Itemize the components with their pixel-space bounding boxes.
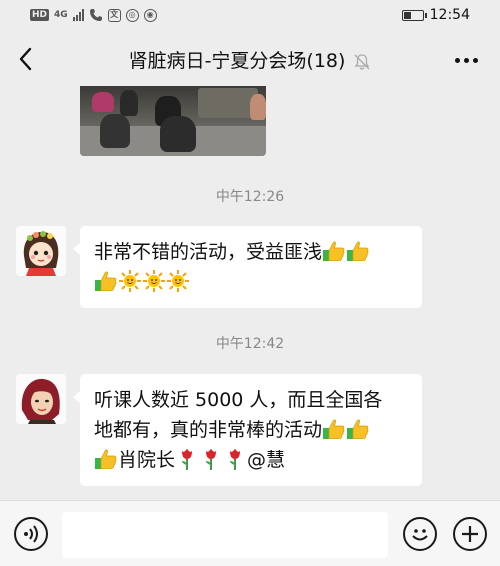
image-message[interactable]	[80, 86, 266, 156]
cartoon-woman-avatar	[16, 374, 66, 424]
battery-icon	[401, 9, 427, 21]
chat-title: 肾脏病日-宁夏分会场(18)	[128, 50, 346, 72]
photo-figure	[250, 94, 266, 120]
more-dot	[455, 58, 460, 63]
message-bubble[interactable]: 听课人数近 5000 人，而且全国各 地都有，真的非常棒的活动 肖院长 @慧	[73, 374, 422, 486]
network-type: 4G	[54, 10, 68, 20]
voice-icon	[24, 525, 38, 543]
thumbs-up-emoji	[346, 417, 370, 441]
more-dot	[464, 58, 469, 63]
message-text: 听课人数近 5000 人，而且全国各	[94, 389, 383, 411]
cartoon-girl-avatar	[16, 226, 66, 276]
rose-emoji	[175, 447, 199, 471]
message-text: 地都有，真的非常棒的活动	[94, 419, 323, 441]
message-text: 肖院长	[118, 449, 176, 471]
battery-level	[403, 11, 411, 19]
network-label: HD	[30, 9, 50, 21]
thumbs-up-emoji	[94, 269, 118, 293]
status-time: 12:54	[429, 7, 470, 23]
message-text: 非常不错的活动，受益匪浅	[94, 241, 323, 263]
timestamp: 中午12:42	[215, 336, 285, 352]
thumbs-up-emoji	[346, 239, 370, 263]
more-button[interactable]	[455, 58, 478, 63]
photo-table	[198, 88, 258, 118]
phone-icon	[89, 9, 102, 21]
photo-chair	[100, 114, 130, 148]
plus-button[interactable]	[453, 517, 487, 551]
chat-area[interactable]: 中午12:26 非常不错的活动，受益匪浅 中午12:42 听课人数近 5000 …	[0, 86, 500, 496]
photo-figure	[120, 90, 138, 116]
thumbs-up-emoji	[322, 239, 346, 263]
notification-icon: ◉	[143, 8, 157, 22]
timestamp: 中午12:26	[215, 189, 285, 205]
voice-button[interactable]	[14, 517, 48, 551]
plus-icon	[462, 526, 478, 542]
status-icons-right: 12:54	[401, 7, 470, 23]
photo-figure	[92, 92, 114, 112]
emoji-button[interactable]	[403, 517, 437, 551]
status-icons-left: HD 4G 文 ◎ ◉	[30, 8, 157, 22]
photo-chair	[160, 116, 196, 152]
chat-title-wrap[interactable]: 肾脏病日-宁夏分会场(18)	[0, 46, 500, 73]
mute-bell-icon	[354, 53, 370, 70]
translate-icon: 文	[107, 8, 121, 22]
app-badge-icon: ◎	[125, 8, 139, 22]
chat-header: 肾脏病日-宁夏分会场(18)	[0, 32, 500, 86]
rose-emoji	[223, 447, 247, 471]
avatar[interactable]	[16, 226, 66, 276]
avatar[interactable]	[16, 374, 66, 424]
rose-emoji	[199, 447, 223, 471]
sun-emoji	[142, 269, 166, 293]
mention: @慧	[247, 449, 286, 471]
status-bar: HD 4G 文 ◎ ◉ 12:54	[0, 0, 500, 32]
more-dot	[473, 58, 478, 63]
sun-emoji	[118, 269, 142, 293]
thumbs-up-emoji	[322, 417, 346, 441]
message-input[interactable]	[62, 512, 388, 558]
thumbs-up-emoji	[94, 447, 118, 471]
sun-emoji	[166, 269, 190, 293]
input-bar	[0, 500, 500, 566]
message-bubble[interactable]: 非常不错的活动，受益匪浅	[73, 226, 422, 308]
emoji-face-icon	[412, 529, 428, 541]
signal-icon	[72, 9, 84, 21]
